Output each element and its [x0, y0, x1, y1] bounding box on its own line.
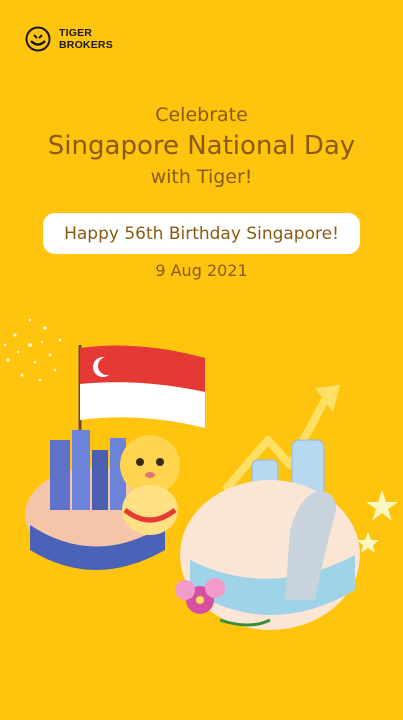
sparkle-stars-icon	[357, 490, 398, 553]
event-date: 9 Aug 2021	[155, 261, 248, 280]
birthday-pill-text: Happy 56th Birthday Singapore!	[64, 223, 339, 244]
tiger-logo-icon	[25, 26, 51, 52]
tiger-mascot	[120, 435, 180, 535]
brand: TIGER BROKERS	[25, 26, 113, 52]
headline: Celebrate Singapore National Day with Ti…	[0, 103, 403, 189]
fireworks-left-icon	[3, 318, 62, 382]
headline-line3: with Tiger!	[150, 166, 253, 188]
brand-name-line1: TIGER	[59, 27, 93, 39]
brand-name-line2: BROKERS	[59, 39, 113, 51]
headline-line1: Celebrate	[155, 104, 248, 126]
headline-line2: Singapore National Day	[47, 131, 356, 161]
celebration-illustration	[3, 318, 398, 630]
brand-name: TIGER BROKERS	[59, 27, 113, 51]
birthday-pill: Happy 56th Birthday Singapore!	[43, 213, 360, 254]
